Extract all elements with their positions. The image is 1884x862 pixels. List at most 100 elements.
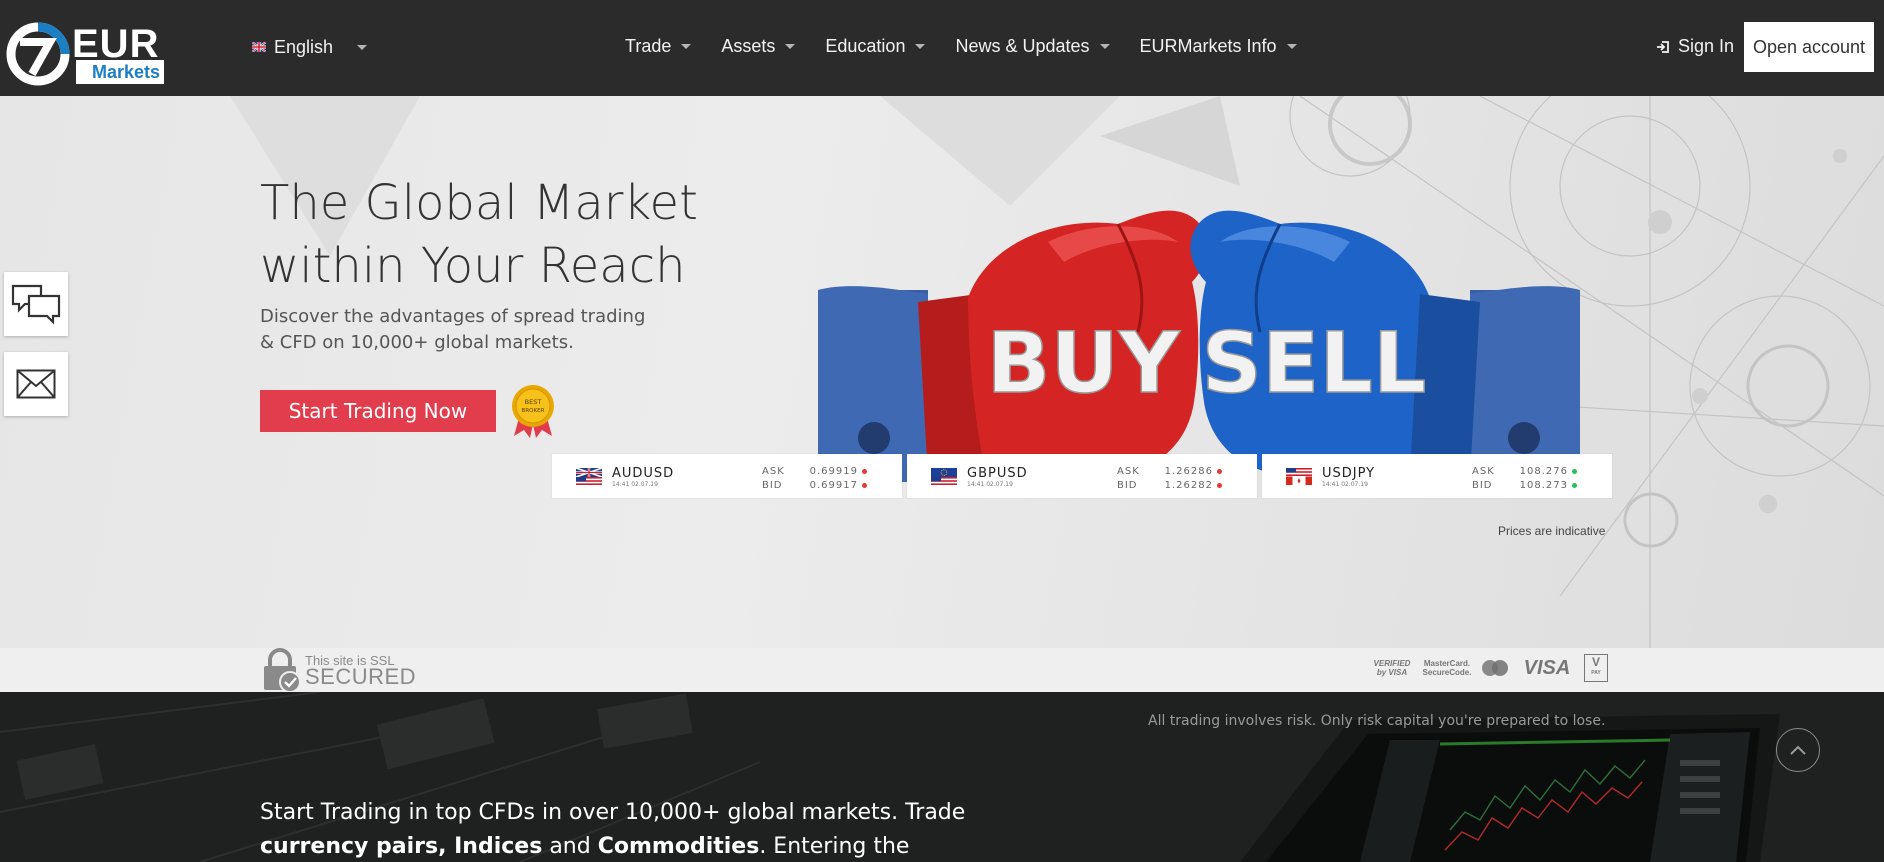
ticker-audusd[interactable]: AUDUSD 14:41 02.07.19 ASK 0.69919 BID 0.… xyxy=(552,454,902,498)
intro-and-word: and xyxy=(549,834,591,859)
risk-disclaimer: All trading involves risk. Only risk cap… xyxy=(1148,713,1606,729)
mastercard-securecode-line-2: SecureCode. xyxy=(1422,668,1472,677)
prices-indicative-note: Prices are indicative xyxy=(1498,524,1606,538)
mastercard-securecode-logo: MasterCard. SecureCode. xyxy=(1422,652,1472,684)
envelope-icon xyxy=(16,369,56,399)
ticker-time: 14:41 02.07.19 xyxy=(1322,481,1368,488)
main-nav: Trade Assets Education News & Updates EU… xyxy=(625,36,1327,57)
ticker-gbpusd[interactable]: GBPUSD 14:41 02.07.19 ASK 1.26286 BID 1.… xyxy=(907,454,1257,498)
chevron-down-icon xyxy=(681,44,692,49)
mastercard-logo xyxy=(1480,652,1510,684)
ask-label: ASK xyxy=(1472,466,1495,477)
nav-education-label: Education xyxy=(825,36,906,56)
ask-value: 108.276 xyxy=(1519,466,1568,477)
vpay-line-1: V xyxy=(1591,655,1600,669)
top-navigation-bar: EUR Markets English Trade Assets Educati… xyxy=(0,0,1884,96)
nav-trade[interactable]: Trade xyxy=(625,36,692,57)
best-broker-badge-icon: BEST BROKER xyxy=(512,385,554,438)
verified-by-visa-line-2: by VISA xyxy=(1376,668,1408,677)
chevron-down-icon xyxy=(915,44,926,49)
ticker-ask-row: ASK 0.69919 xyxy=(762,466,867,477)
sell-text: SELL xyxy=(1202,314,1427,412)
ticker-ask-row: ASK 108.276 xyxy=(1472,466,1577,477)
hero-subtitle: Discover the advantages of spread tradin… xyxy=(260,304,680,356)
bid-label: BID xyxy=(1117,480,1138,491)
us-ca-flags-icon xyxy=(1286,468,1312,485)
ticker-pair: USDJPY xyxy=(1322,466,1376,481)
bid-value: 0.69917 xyxy=(809,480,858,491)
language-label: English xyxy=(274,36,334,57)
badge-text-line-1: BEST xyxy=(525,398,542,406)
chevron-down-icon xyxy=(357,44,368,50)
ask-label: ASK xyxy=(1117,466,1140,477)
open-account-button[interactable]: Open account xyxy=(1744,22,1874,72)
intro-bold-commodities: Commodities xyxy=(597,834,760,859)
ticker-bid-row: BID 1.26282 xyxy=(1117,480,1222,491)
eu-us-flags-icon xyxy=(931,468,957,485)
intro-text: Start Trading in top CFDs in over 10,000… xyxy=(260,796,980,862)
nav-eurmarkets-info-label: EURMarkets Info xyxy=(1139,36,1277,56)
vpay-line-2: PAY xyxy=(1591,670,1601,676)
nav-education[interactable]: Education xyxy=(825,36,926,57)
vpay-logo: V PAY xyxy=(1584,654,1608,682)
nav-trade-label: Trade xyxy=(625,36,672,56)
intro-text-line-1: Start Trading in top CFDs in over 10,000… xyxy=(260,800,966,825)
bid-label: BID xyxy=(762,480,783,491)
ticker-usdjpy[interactable]: USDJPY 14:41 02.07.19 ASK 108.276 BID 10… xyxy=(1262,454,1612,498)
ticker-bid-row: BID 0.69917 xyxy=(762,480,867,491)
hero-section: The Global Market within Your Reach Disc… xyxy=(0,96,1884,648)
ask-label: ASK xyxy=(762,466,785,477)
eurmarkets-logo[interactable]: EUR Markets xyxy=(6,20,166,86)
ssl-text-line-2: SECURED xyxy=(305,664,417,689)
ticker-bid-row: BID 108.273 xyxy=(1472,480,1577,491)
chevron-down-icon xyxy=(1099,44,1110,49)
intro-text-line-2: currency pairs, Indices and Commodities.… xyxy=(260,830,980,862)
uk-us-flags-icon xyxy=(576,468,602,485)
intro-bold-currency-indices: currency pairs, Indices xyxy=(260,834,543,859)
ticker-pair: AUDUSD xyxy=(612,466,675,481)
mastercard-circles-icon xyxy=(1482,660,1508,676)
nav-assets-label: Assets xyxy=(721,36,776,56)
chevron-up-icon xyxy=(1790,745,1806,755)
sign-in-link[interactable]: Sign In xyxy=(1656,36,1734,57)
nav-eurmarkets-info[interactable]: EURMarkets Info xyxy=(1140,36,1297,57)
ssl-lock-icon xyxy=(264,648,301,692)
down-dot-icon xyxy=(1217,483,1222,488)
hero-title-line-2: within Your Reach xyxy=(260,238,686,294)
nav-news-updates[interactable]: News & Updates xyxy=(955,36,1110,57)
logo-mark-icon xyxy=(6,22,70,86)
hero-subtitle-line-2: & CFD on 10,000+ global markets. xyxy=(260,332,574,353)
scroll-to-top-button[interactable] xyxy=(1776,728,1820,772)
badge-text-line-2: BROKER xyxy=(522,408,545,414)
ticker-time: 14:41 02.07.19 xyxy=(967,481,1013,488)
bid-value: 1.26282 xyxy=(1164,480,1213,491)
mastercard-securecode-line-1: MasterCard. xyxy=(1423,659,1471,668)
ticker-time: 14:41 02.07.19 xyxy=(612,481,658,488)
hero-subtitle-line-1: Discover the advantages of spread tradin… xyxy=(260,306,646,327)
sign-in-label: Sign In xyxy=(1678,36,1735,56)
ticker-ask-row: ASK 1.26286 xyxy=(1117,466,1222,477)
nav-news-updates-label: News & Updates xyxy=(955,36,1090,56)
chevron-down-icon xyxy=(1286,44,1297,49)
nav-assets[interactable]: Assets xyxy=(721,36,796,57)
chevron-down-icon xyxy=(785,44,796,49)
start-trading-button[interactable]: Start Trading Now xyxy=(260,390,496,432)
up-dot-icon xyxy=(1572,469,1577,474)
visa-logo: VISA xyxy=(1523,656,1571,679)
sign-in-icon xyxy=(1657,40,1669,53)
up-dot-icon xyxy=(1572,483,1577,488)
boxing-gloves-image: BUY SELL xyxy=(818,210,1580,482)
verified-by-visa-line-1: VERIFIED xyxy=(1373,659,1411,668)
bid-label: BID xyxy=(1472,480,1493,491)
bid-value: 108.273 xyxy=(1519,480,1568,491)
email-contact-button[interactable] xyxy=(4,352,68,416)
down-dot-icon xyxy=(862,483,867,488)
verified-by-visa-logo: VERIFIED by VISA xyxy=(1370,652,1414,684)
hero-title-line-1: The Global Market xyxy=(260,175,698,231)
language-selector[interactable]: English xyxy=(252,36,368,58)
ticker-pair: GBPUSD xyxy=(967,466,1028,481)
buy-text: BUY xyxy=(986,314,1180,412)
ask-value: 1.26286 xyxy=(1164,466,1213,477)
chat-bubbles-icon xyxy=(11,284,61,325)
live-chat-button[interactable] xyxy=(4,272,68,336)
